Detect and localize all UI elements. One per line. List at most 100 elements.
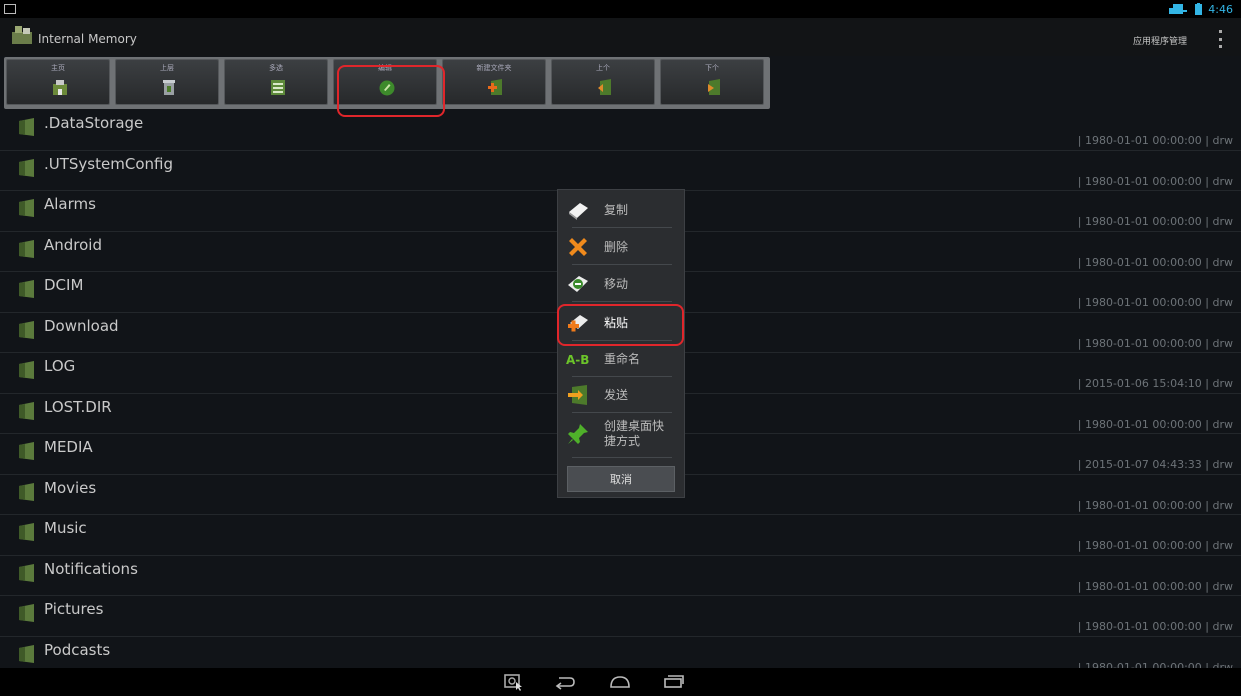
list-item[interactable]: Notifications | 1980-01-01 00:00:00 | drw <box>0 556 1241 596</box>
list-item[interactable]: .UTSystemConfig | 1980-01-01 00:00:00 | d… <box>0 151 1241 191</box>
status-right: 4:46 <box>1167 2 1233 16</box>
file-name: LOST.DIR <box>44 397 112 416</box>
folder-icon <box>19 158 34 177</box>
list-item[interactable]: .DataStorage | 1980-01-01 00:00:00 | drw <box>0 110 1241 151</box>
overflow-menu-icon[interactable] <box>1217 30 1223 48</box>
file-name: Movies <box>44 478 97 497</box>
menu-item-label: 删除 <box>604 239 629 254</box>
menu-divider <box>572 376 672 377</box>
battery-icon <box>1195 3 1203 15</box>
recent-apps-icon[interactable] <box>662 673 686 691</box>
copy-icon <box>569 203 588 220</box>
screenshot-icon[interactable] <box>502 673 526 691</box>
folder-icon <box>19 442 34 460</box>
file-name: .UTSystemConfig <box>44 154 173 173</box>
file-meta: | 1980-01-01 00:00:00 | drw <box>1077 498 1233 512</box>
folder-icon <box>19 401 34 420</box>
folder-icon <box>19 199 34 217</box>
home-button-label: 主页 <box>51 64 65 72</box>
up-level-icon <box>163 80 175 95</box>
menu-divider <box>572 264 672 265</box>
menu-item-label-line2: 捷方式 <box>604 434 641 448</box>
navigation-bar <box>0 668 1241 696</box>
next-button-label: 下个 <box>705 64 719 72</box>
new-folder-icon <box>488 79 502 95</box>
menu-divider <box>572 227 672 228</box>
menu-item-send[interactable]: 发送 <box>566 378 678 412</box>
status-bar: 4:46 <box>0 0 1241 18</box>
folder-icon <box>19 563 34 582</box>
folder-icon <box>19 320 34 339</box>
notification-icon <box>4 4 16 14</box>
previous-button[interactable]: 上个 <box>551 59 655 105</box>
file-name: Download <box>44 316 119 335</box>
back-icon[interactable] <box>553 673 577 691</box>
file-name: Podcasts <box>44 640 111 659</box>
file-meta: | 1980-01-01 00:00:00 | drw <box>1077 296 1233 309</box>
rename-icon: A-B <box>566 353 589 367</box>
file-meta: | 1980-01-01 00:00:00 | drw <box>1077 255 1233 269</box>
file-name: Alarms <box>44 195 96 213</box>
previous-icon <box>598 79 611 95</box>
menu-item-delete[interactable]: 删除 <box>566 230 678 264</box>
delete-icon <box>569 238 587 256</box>
folder-icon <box>19 523 34 541</box>
multi-select-icon <box>271 80 285 95</box>
up-level-button[interactable]: 上层 <box>115 59 219 105</box>
send-icon <box>568 385 587 405</box>
folder-icon <box>19 482 34 501</box>
list-item[interactable]: Pictures | 1980-01-01 00:00:00 | drw <box>0 596 1241 637</box>
multi-select-button[interactable]: 多选 <box>224 59 328 105</box>
file-meta: | 1980-01-01 00:00:00 | drw <box>1077 579 1233 593</box>
menu-divider <box>572 412 672 413</box>
menu-divider <box>572 301 672 302</box>
file-meta: | 2015-01-07 04:43:33 | drw <box>1077 458 1233 471</box>
new-folder-button-label: 新建文件夹 <box>476 64 512 72</box>
cancel-button[interactable]: 取消 <box>567 466 675 492</box>
menu-item-move[interactable]: 移动 <box>566 267 678 301</box>
home-icon <box>53 80 67 95</box>
folder-icon <box>19 644 34 663</box>
file-name: MEDIA <box>44 438 93 456</box>
next-button[interactable]: 下个 <box>660 59 764 105</box>
home-nav-icon[interactable] <box>608 673 632 691</box>
file-meta: | 1980-01-01 00:00:00 | drw <box>1077 215 1233 228</box>
file-meta: | 1980-01-01 00:00:00 | drw <box>1077 336 1233 350</box>
file-name: Pictures <box>44 600 104 618</box>
folder-icon <box>19 604 34 622</box>
menu-item-create-shortcut[interactable]: 创建桌面快 捷方式 <box>566 414 678 454</box>
menu-item-label: 发送 <box>604 387 629 402</box>
file-meta: | 2015-01-06 15:04:10 | drw <box>1077 377 1233 390</box>
menu-item-copy[interactable]: 复制 <box>566 193 678 227</box>
menu-item-label: 移动 <box>604 276 629 291</box>
page-title: Internal Memory <box>38 32 137 46</box>
menu-item-label: 重命名 <box>604 351 641 366</box>
network-icon <box>1169 4 1188 14</box>
app-logo-icon <box>12 26 32 44</box>
menu-item-rename[interactable]: A-B 重命名 <box>566 342 678 376</box>
app-manager-button[interactable]: 应用程序管理 <box>1133 34 1187 47</box>
menu-item-label: 创建桌面快 捷方式 <box>604 419 664 449</box>
folder-icon <box>19 361 34 379</box>
file-meta: | 1980-01-01 00:00:00 | drw <box>1077 174 1233 188</box>
folder-icon <box>19 280 34 298</box>
file-name: .DataStorage <box>44 114 144 132</box>
file-name: Android <box>44 235 102 254</box>
file-meta: | 1980-01-01 00:00:00 | drw <box>1077 417 1233 431</box>
folder-icon <box>19 239 34 258</box>
menu-divider <box>572 457 672 458</box>
paste-highlight-annotation <box>557 304 684 346</box>
file-name: LOG <box>44 357 76 375</box>
folder-icon <box>19 118 34 136</box>
file-name: DCIM <box>44 276 84 294</box>
pin-icon <box>568 424 588 444</box>
next-icon <box>708 79 720 95</box>
new-folder-button[interactable]: 新建文件夹 <box>442 59 546 105</box>
list-item[interactable]: Music | 1980-01-01 00:00:00 | drw <box>0 515 1241 556</box>
home-button[interactable]: 主页 <box>6 59 110 105</box>
clock: 4:46 <box>1208 2 1233 16</box>
title-bar: Internal Memory 应用程序管理 <box>0 18 1241 56</box>
file-name: Music <box>44 519 87 537</box>
menu-item-label: 复制 <box>604 202 629 217</box>
file-meta: | 1980-01-01 00:00:00 | drw <box>1077 620 1233 633</box>
